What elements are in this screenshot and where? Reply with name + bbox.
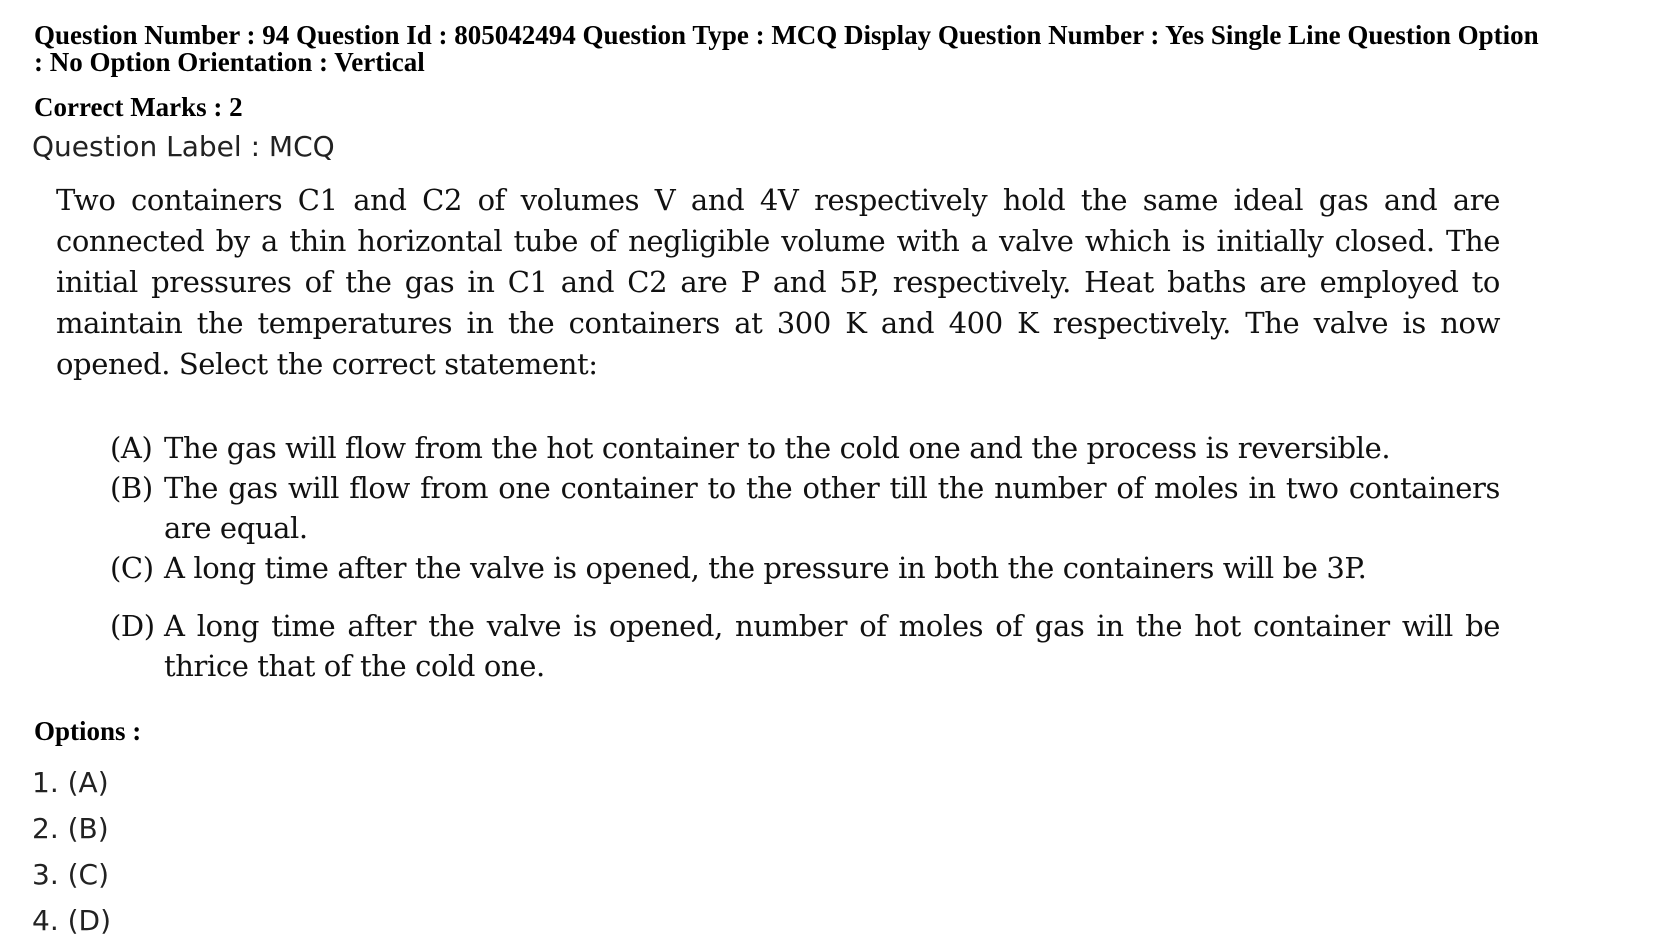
choice-a-text: The gas will flow from the hot container… bbox=[164, 431, 1391, 465]
choice-c-tag: (C) bbox=[110, 551, 154, 585]
question-label: Question Label : MCQ bbox=[32, 130, 335, 163]
option-3[interactable]: 3. (C) bbox=[32, 858, 109, 892]
choice-a: (A) The gas will flow from the hot conta… bbox=[110, 428, 1500, 468]
choice-c: (C) A long time after the valve is opene… bbox=[110, 548, 1500, 588]
choice-d: (D) A long time after the valve is opene… bbox=[110, 606, 1500, 686]
choice-c-text: A long time after the valve is opened, t… bbox=[164, 551, 1367, 585]
question-text: Two containers C1 and C2 of volumes V an… bbox=[56, 183, 1500, 381]
choice-d-text: A long time after the valve is opened, n… bbox=[164, 609, 1500, 683]
metadata-line-1: Question Number : 94 Question Id : 80504… bbox=[34, 20, 1539, 50]
option-2[interactable]: 2. (B) bbox=[32, 812, 109, 846]
metadata-line-2: : No Option Orientation : Vertical bbox=[34, 47, 425, 77]
question-body: Two containers C1 and C2 of volumes V an… bbox=[56, 180, 1500, 385]
choice-a-tag: (A) bbox=[110, 431, 153, 465]
choice-list: (A) The gas will flow from the hot conta… bbox=[110, 428, 1500, 686]
option-4[interactable]: 4. (D) bbox=[32, 904, 111, 938]
choice-b-tag: (B) bbox=[110, 471, 153, 505]
choice-b-text: The gas will flow from one container to … bbox=[164, 471, 1500, 545]
choice-b: (B) The gas will flow from one container… bbox=[110, 468, 1500, 548]
choice-d-tag: (D) bbox=[110, 609, 155, 643]
options-heading: Options : bbox=[34, 716, 142, 746]
option-1[interactable]: 1. (A) bbox=[32, 766, 109, 800]
question-metadata: Question Number : 94 Question Id : 80504… bbox=[34, 22, 1634, 76]
correct-marks: Correct Marks : 2 bbox=[34, 92, 243, 122]
